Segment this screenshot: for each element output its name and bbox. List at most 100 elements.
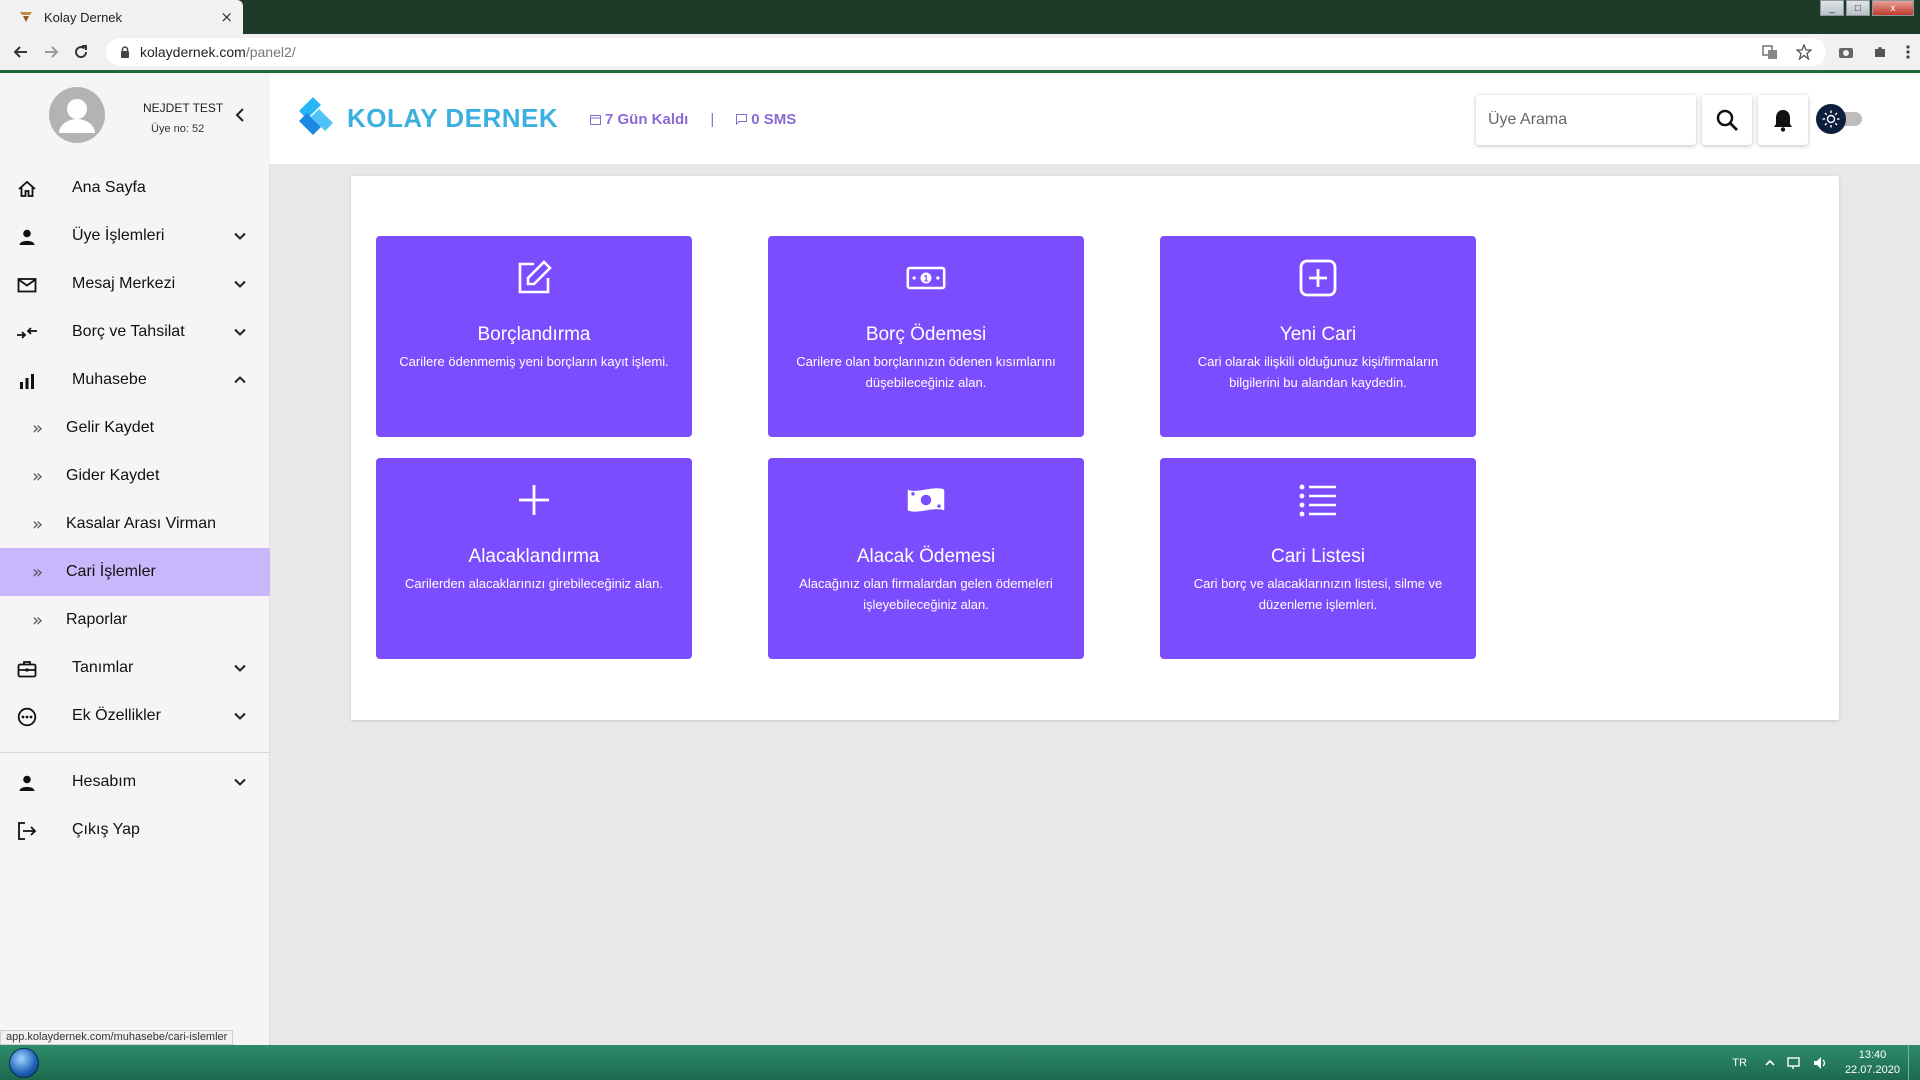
sidebar-item-label: Gider Kaydet [66, 467, 160, 484]
sun-icon [1822, 110, 1840, 128]
logo[interactable]: KOLAY DERNEK [295, 95, 558, 141]
sidebar-subitem-gider-kaydet[interactable]: » Gider Kaydet [0, 452, 270, 500]
sidebar-item-mesaj-merkezi[interactable]: Mesaj Merkezi [0, 260, 270, 308]
money-icon: 1 [906, 266, 946, 290]
camera-icon[interactable] [1838, 45, 1854, 59]
sidebar-subitem-kasalar-arasi-virman[interactable]: » Kasalar Arası Virman [0, 500, 270, 548]
sidebar: Ana Sayfa Üye İşlemleri Mesaj Merkezi Bo… [0, 164, 270, 1045]
sidebar-subitem-raporlar[interactable]: » Raporlar [0, 596, 270, 644]
sidebar-item-ek-ozellikler[interactable]: Ek Özellikler [0, 692, 270, 740]
tile-yeni-cari[interactable]: Yeni Cari Cari olarak ilişkili olduğunuz… [1160, 236, 1476, 437]
tile-alacak-odemesi[interactable]: Alacak Ödemesi Alacağınız olan firmalard… [768, 458, 1084, 659]
notifications-button[interactable] [1758, 95, 1808, 145]
logo-text: KOLAY DERNEK [347, 102, 559, 133]
back-arrow-icon [13, 46, 27, 58]
network-icon[interactable] [1787, 1056, 1803, 1070]
chevron-left-icon [235, 108, 244, 122]
browser-tab[interactable]: Kolay Dernek × [0, 0, 243, 34]
user-avatar-icon [59, 99, 95, 133]
browser-menu-icon[interactable] [1906, 44, 1910, 60]
tile-description: Alacağınız olan firmalardan gelen ödemel… [799, 576, 1053, 612]
clock[interactable]: 13:40 22.07.2020 [1845, 1048, 1900, 1078]
tile-title: Borç Ödemesi [865, 324, 987, 345]
mail-icon [17, 278, 37, 293]
bar-chart-icon [20, 374, 34, 389]
sidebar-item-label: Kasalar Arası Virman [66, 515, 216, 532]
extensions-puzzle-icon[interactable] [1872, 44, 1888, 60]
tile-description: Carilere ödenmemiş yeni borçların kayıt … [399, 354, 669, 369]
sidebar-collapse-button[interactable] [232, 105, 248, 125]
cari-islemler-panel: Borçlandırma Carilere ödenmemiş yeni bor… [351, 176, 1839, 720]
sidebar-item-label: Ana Sayfa [72, 179, 146, 196]
account-icon [19, 775, 35, 791]
sidebar-item-label: Muhasebe [72, 371, 147, 388]
chevron-down-icon [234, 712, 246, 720]
more-circle-icon [17, 707, 37, 727]
sidebar-item-uye-islemleri[interactable]: Üye İşlemleri [0, 212, 270, 260]
chevron-down-icon [234, 664, 246, 672]
tile-title: Yeni Cari [1279, 324, 1357, 345]
system-tray: TR 13:40 22.07.2020 [1732, 1045, 1900, 1080]
windows-logo-icon [9, 1047, 39, 1078]
url-path: /panel2/ [245, 44, 296, 60]
tab-close-icon[interactable]: × [220, 8, 233, 26]
sms-icon [736, 114, 748, 125]
user-block: NEJDET TEST Üye no: 52 [0, 73, 270, 164]
clock-date: 22.07.2020 [1844, 1063, 1900, 1076]
tray-expand-icon[interactable] [1765, 1059, 1775, 1067]
volume-icon[interactable] [1813, 1056, 1829, 1070]
os-taskbar: TR 13:40 22.07.2020 [0, 1045, 1920, 1080]
sidebar-item-tanimlar[interactable]: Tanımlar [0, 644, 270, 692]
tile-borclandirma[interactable]: Borçlandırma Carilere ödenmemiş yeni bor… [376, 236, 692, 437]
person-icon [19, 229, 35, 245]
tile-alacaklandirma[interactable]: Alacaklandırma Carilerden alacaklarınızı… [376, 458, 692, 659]
forward-arrow-icon [45, 46, 59, 58]
reload-button[interactable] [66, 37, 96, 67]
language-indicator[interactable]: TR [1732, 1057, 1747, 1069]
search-button[interactable] [1702, 95, 1752, 145]
list-icon [1299, 484, 1336, 517]
member-search-box [1476, 95, 1696, 145]
sidebar-item-label: Mesaj Merkezi [72, 275, 176, 292]
chevron-down-icon [234, 232, 246, 240]
days-left-label: 7 Gün Kaldı [605, 111, 689, 128]
forward-button[interactable] [36, 37, 66, 67]
chevron-down-icon [234, 328, 246, 336]
start-button[interactable] [4, 1046, 44, 1079]
sidebar-item-hesabim[interactable]: Hesabım [0, 758, 270, 806]
tile-title: Borçlandırma [477, 324, 591, 345]
back-button[interactable] [6, 37, 36, 67]
sidebar-subitem-gelir-kaydet[interactable]: » Gelir Kaydet [0, 404, 270, 452]
sidebar-item-ana-sayfa[interactable]: Ana Sayfa [0, 164, 270, 212]
chevron-down-icon [234, 778, 246, 786]
maximize-button[interactable]: □ [1846, 0, 1870, 16]
window-controls: _ □ x [1818, 0, 1914, 16]
sidebar-item-borc-ve-tahsilat[interactable]: Borç ve Tahsilat [0, 308, 270, 356]
tile-borc-odemesi[interactable]: 1 Borç Ödemesi Carilere olan borçlarınız… [768, 236, 1084, 437]
edit-icon [518, 260, 552, 294]
sidebar-item-label: Gelir Kaydet [66, 419, 155, 436]
sidebar-item-cikis-yap[interactable]: Çıkış Yap [0, 806, 270, 854]
double-chevron-right-icon: » [32, 561, 44, 583]
sidebar-item-muhasebe[interactable]: Muhasebe [0, 356, 270, 404]
tile-title: Alacaklandırma [468, 546, 600, 567]
bookmark-star-icon[interactable] [1796, 44, 1812, 60]
tile-cari-listesi[interactable]: Cari Listesi Cari borç ve alacaklarınızı… [1160, 458, 1476, 659]
double-chevron-right-icon: » [32, 465, 44, 487]
member-search-input[interactable] [1488, 111, 1688, 129]
window-close-button[interactable]: x [1872, 0, 1914, 16]
sms-count-label: 0 SMS [751, 111, 797, 128]
theme-toggle[interactable] [1816, 102, 1866, 134]
app-header: NEJDET TEST Üye no: 52 KOLAY DERNEK 7 Gü… [0, 73, 1920, 164]
minimize-button[interactable]: _ [1820, 0, 1844, 16]
sidebar-subitem-cari-islemler[interactable]: » Cari İşlemler [0, 548, 270, 596]
plus-icon [519, 485, 549, 515]
sidebar-item-label: Hesabım [72, 773, 137, 790]
kolay-dernek-logo-icon [299, 97, 333, 135]
tile-description: Carilere olan borçlarınızın ödenen kısım… [796, 354, 1056, 390]
show-desktop-button[interactable] [1908, 1045, 1920, 1080]
translate-icon[interactable] [1762, 44, 1778, 60]
address-bar[interactable]: kolaydernek.com /panel2/ [106, 38, 1826, 66]
avatar[interactable] [49, 87, 105, 143]
sidebar-item-label: Raporlar [66, 611, 128, 628]
